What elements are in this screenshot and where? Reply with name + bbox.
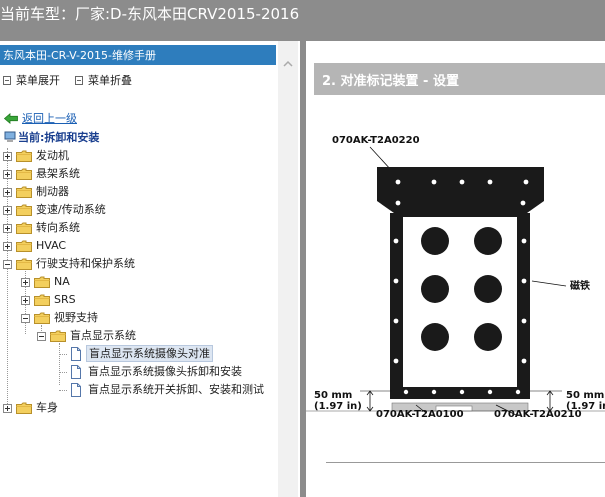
tree-item-camera-removal[interactable]: 盲点显示系统摄像头拆卸和安装: [0, 364, 276, 380]
collapse-toggle[interactable]: [37, 332, 46, 341]
tree-item-suspension[interactable]: 悬架系统: [0, 166, 276, 182]
target-dot: [421, 227, 449, 255]
tree-item-label: 发动机: [36, 149, 69, 162]
folder-icon: [34, 276, 50, 288]
content-divider: [326, 462, 605, 463]
folder-icon: [16, 168, 32, 180]
document-icon: [70, 383, 82, 397]
window-titlebar: 当前车型：厂家:D-东风本田CRV2015-2016: [0, 0, 605, 41]
tree-item-vision-support[interactable]: 视野支持: [0, 310, 276, 326]
folder-icon: [16, 186, 32, 198]
collapse-toggle[interactable]: [3, 260, 12, 269]
document-icon: [70, 365, 82, 379]
window-title: 当前车型：厂家:D-东风本田CRV2015-2016: [0, 5, 300, 23]
expand-toggle[interactable]: [3, 188, 12, 197]
tree-item-label: NA: [54, 275, 70, 288]
diagram-bottom-labels: 070AK-T2A0100 070AK-T2A0210: [376, 404, 582, 420]
expand-toggle[interactable]: [21, 278, 30, 287]
expand-toggle[interactable]: [3, 404, 12, 413]
folder-icon: [34, 312, 50, 324]
section-title-bar: 2. 对准标记装置 - 设置: [314, 63, 605, 95]
tree-item-hvac[interactable]: HVAC: [0, 238, 276, 254]
collapse-icon: [75, 76, 83, 85]
expand-toggle[interactable]: [3, 152, 12, 161]
left-navigation-panel: 东风本田-CR-V-2015-维修手册 菜单展开 菜单折叠 返回上一级 当前:拆…: [0, 41, 300, 497]
tree-item-label: SRS: [54, 293, 76, 306]
expand-toggle[interactable]: [3, 242, 12, 251]
folder-icon: [34, 294, 50, 306]
target-dot: [474, 275, 502, 303]
current-location-label: 当前:拆卸和安装: [18, 131, 100, 144]
expand-icon: [3, 76, 11, 85]
manual-title: 东风本田-CR-V-2015-维修手册: [3, 49, 156, 62]
target-dot: [421, 275, 449, 303]
tree-item-srs[interactable]: SRS: [0, 292, 276, 308]
folder-icon: [16, 204, 32, 216]
computer-icon: [4, 131, 16, 142]
expand-toggle[interactable]: [3, 206, 12, 215]
back-arrow-icon: [3, 112, 18, 125]
diagram-label-distance-right: 50 mm: [566, 390, 604, 401]
top-bracket: [377, 167, 544, 213]
current-location: 当前:拆卸和安装: [4, 129, 99, 145]
tree-item-camera-alignment[interactable]: 盲点显示系统摄像头对准: [0, 345, 276, 362]
expand-all-label: 菜单展开: [16, 74, 60, 87]
tree-item-label: HVAC: [36, 239, 67, 252]
tree-item-transmission[interactable]: 变速/传动系统: [0, 202, 276, 218]
expand-all-button[interactable]: 菜单展开: [3, 72, 60, 88]
tree-item-steering[interactable]: 转向系统: [0, 220, 276, 236]
tree-item-label: 盲点显示系统摄像头拆卸和安装: [88, 365, 242, 378]
diagram-label-bottom-right-part: 070AK-T2A0210: [494, 409, 582, 420]
diagram-label-distance-left: 50 mm: [314, 390, 352, 401]
target-dot: [474, 323, 502, 351]
target-dot: [421, 323, 449, 351]
alignment-device-diagram: 070AK-T2A0220 磁铁 50 mm (1.97 in) 50 mm (…: [306, 135, 605, 412]
diagram-label-top-part: 070AK-T2A0220: [332, 135, 420, 146]
tree-item-label: 制动器: [36, 185, 69, 198]
folder-icon: [50, 330, 66, 342]
target-dot: [474, 227, 502, 255]
document-icon: [70, 347, 82, 361]
vertical-scrollbar[interactable]: [278, 41, 298, 497]
scroll-up-button[interactable]: [279, 55, 297, 73]
back-link[interactable]: 返回上一级: [22, 112, 77, 125]
tree-item-engine[interactable]: 发动机: [0, 148, 276, 164]
diagram-label-magnet: 磁铁: [570, 279, 590, 292]
collapse-all-label: 菜单折叠: [88, 74, 132, 87]
tree-item-label: 盲点显示系统开关拆卸、安装和测试: [88, 383, 264, 396]
tree-item-restraints[interactable]: 行驶支持和保护系统: [0, 256, 276, 272]
content-panel: 2. 对准标记装置 - 设置 070AK-T2A0220 磁铁 50 mm (1…: [306, 41, 605, 497]
tree-item-label: 盲点显示系统: [70, 329, 136, 342]
folder-icon: [16, 240, 32, 252]
tree-item-label-selected: 盲点显示系统摄像头对准: [86, 345, 213, 362]
tree-item-body[interactable]: 车身: [0, 400, 276, 416]
folder-icon: [16, 402, 32, 414]
folder-icon: [16, 222, 32, 234]
tree-item-label: 转向系统: [36, 221, 80, 234]
tree-item-label: 视野支持: [54, 311, 98, 324]
manual-header: 东风本田-CR-V-2015-维修手册: [0, 45, 276, 65]
collapse-all-button[interactable]: 菜单折叠: [75, 72, 132, 88]
tree-item-label: 悬架系统: [36, 167, 80, 180]
back-link-row[interactable]: 返回上一级: [3, 110, 77, 126]
tree-item-brakes[interactable]: 制动器: [0, 184, 276, 200]
expand-toggle[interactable]: [3, 224, 12, 233]
expand-toggle[interactable]: [21, 296, 30, 305]
tree-item-label: 变速/传动系统: [36, 203, 106, 216]
tree-item-switch-removal-test[interactable]: 盲点显示系统开关拆卸、安装和测试: [0, 382, 276, 398]
folder-icon: [16, 258, 32, 270]
expand-toggle[interactable]: [3, 170, 12, 179]
collapse-toggle[interactable]: [21, 314, 30, 323]
section-title: 2. 对准标记装置 - 设置: [322, 74, 459, 89]
leader-line: [531, 280, 567, 287]
tree-item-label: 行驶支持和保护系统: [36, 257, 135, 270]
tree-item-na[interactable]: NA: [0, 274, 276, 290]
tree-item-blind-spot-system[interactable]: 盲点显示系统: [0, 328, 276, 344]
chevron-up-icon: [283, 60, 293, 67]
folder-icon: [16, 150, 32, 162]
tree-item-label: 车身: [36, 401, 58, 414]
diagram-label-bottom-left-part: 070AK-T2A0100: [376, 409, 464, 420]
